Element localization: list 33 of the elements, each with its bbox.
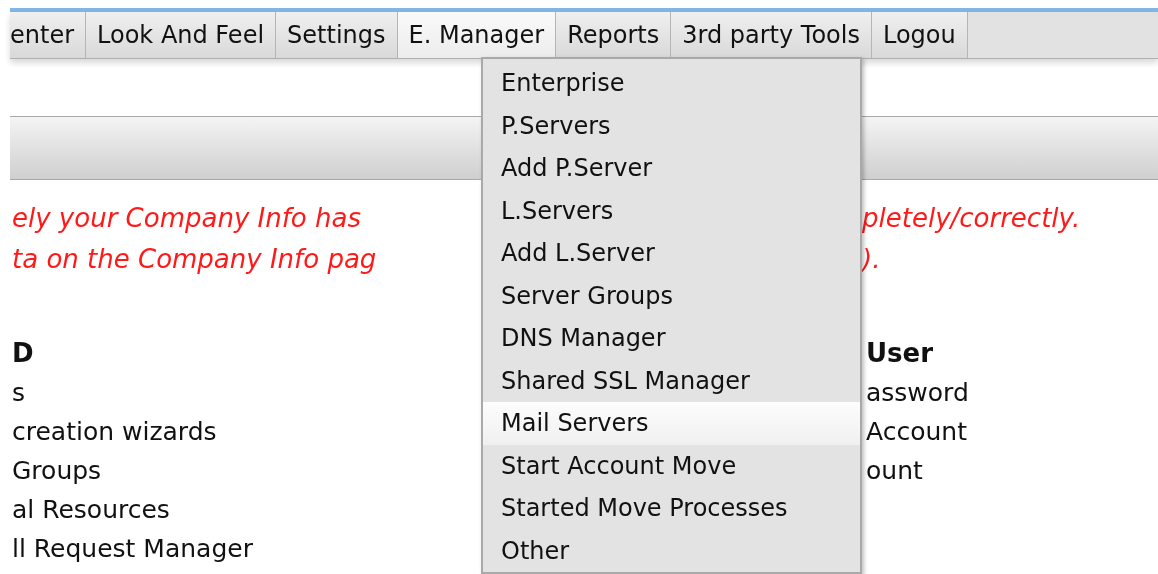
- menu-link[interactable]: creation wizards: [12, 412, 217, 451]
- nav-tab[interactable]: Logou: [871, 12, 968, 58]
- warning-text: ).: [862, 243, 881, 276]
- menu-link[interactable]: Account: [866, 412, 967, 451]
- menu-item[interactable]: DNS Manager: [483, 317, 860, 360]
- menu-item[interactable]: Add P.Server: [483, 147, 860, 190]
- nav-tab[interactable]: Reports: [556, 12, 672, 58]
- warning-text: pletely/correctly.: [862, 202, 1081, 235]
- nav-tab[interactable]: E. Manager: [397, 12, 557, 58]
- menu-item[interactable]: Started Move Processes: [483, 487, 860, 530]
- menu-link[interactable]: Groups: [12, 451, 102, 490]
- menu-item[interactable]: Mail Servers: [483, 402, 860, 445]
- menu-link[interactable]: s: [12, 373, 26, 412]
- nav-tab[interactable]: 3rd party Tools: [671, 12, 872, 58]
- nav-tab[interactable]: Settings: [276, 12, 398, 58]
- menu-item[interactable]: Start Account Move: [483, 444, 860, 487]
- warning-text: ely your Company Info has: [11, 202, 362, 235]
- warning-text: ta on the Company Info pag: [11, 243, 378, 276]
- menu-item[interactable]: Enterprise: [483, 62, 860, 105]
- section-heading: D: [12, 337, 34, 370]
- menu-link[interactable]: assword: [866, 373, 969, 412]
- menu-item[interactable]: L.Servers: [483, 189, 860, 232]
- menu-item[interactable]: Shared SSL Manager: [483, 359, 860, 402]
- menu-item[interactable]: Add L.Server: [483, 232, 860, 275]
- menu-link[interactable]: ount: [866, 451, 923, 490]
- menu-link[interactable]: al Resources: [12, 490, 170, 529]
- menu-item[interactable]: Server Groups: [483, 274, 860, 317]
- menu-item[interactable]: P.Servers: [483, 104, 860, 147]
- menu-item[interactable]: Other: [483, 529, 860, 572]
- nav-tab[interactable]: enter: [10, 12, 87, 58]
- nav-tab[interactable]: Look And Feel: [86, 12, 277, 58]
- section-heading: User: [866, 337, 934, 370]
- menu-link[interactable]: ll Request Manager: [12, 529, 253, 568]
